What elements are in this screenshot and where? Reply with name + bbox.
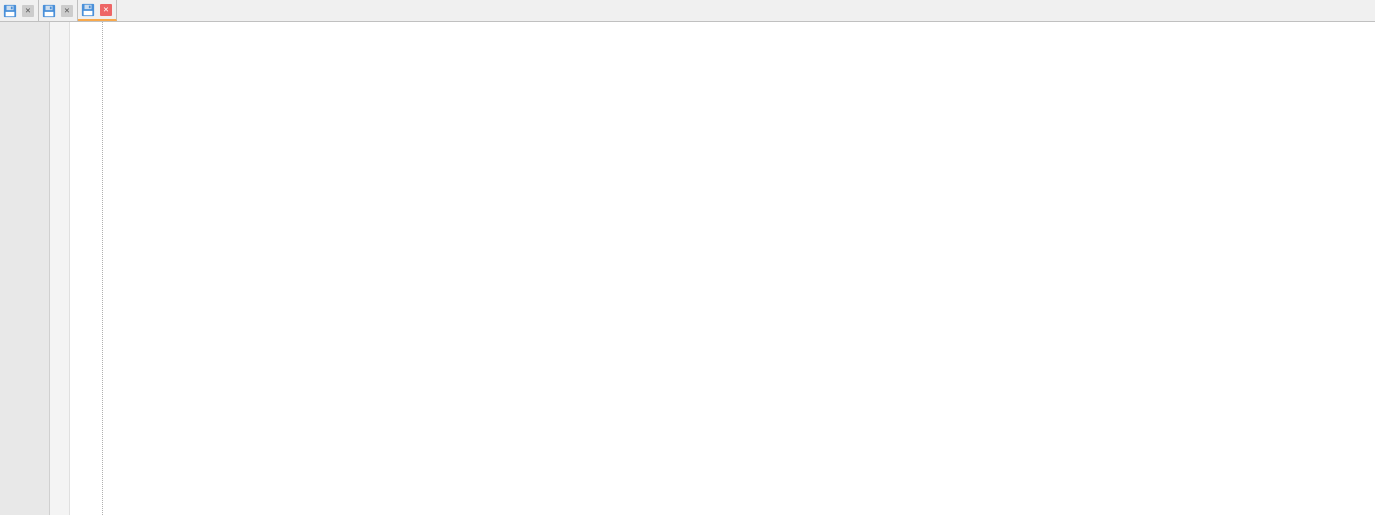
- fold-gutter[interactable]: [50, 22, 70, 515]
- close-icon[interactable]: ✕: [100, 4, 112, 16]
- tab-data-config[interactable]: ✕: [0, 0, 39, 21]
- code-area[interactable]: [74, 22, 1375, 515]
- close-icon[interactable]: ✕: [22, 5, 34, 17]
- tab-managed-schema[interactable]: ✕: [39, 0, 78, 21]
- editor-body: [0, 22, 1375, 515]
- disk-icon: [80, 2, 96, 18]
- line-number-gutter: [0, 22, 50, 515]
- close-icon[interactable]: ✕: [61, 5, 73, 17]
- disk-icon: [2, 3, 18, 19]
- indent-guide: [102, 22, 103, 515]
- disk-icon: [41, 3, 57, 19]
- tab-bar: ✕ ✕ ✕: [0, 0, 1375, 22]
- editor-window: ✕ ✕ ✕: [0, 0, 1375, 515]
- tab-solrconfig[interactable]: ✕: [78, 0, 117, 21]
